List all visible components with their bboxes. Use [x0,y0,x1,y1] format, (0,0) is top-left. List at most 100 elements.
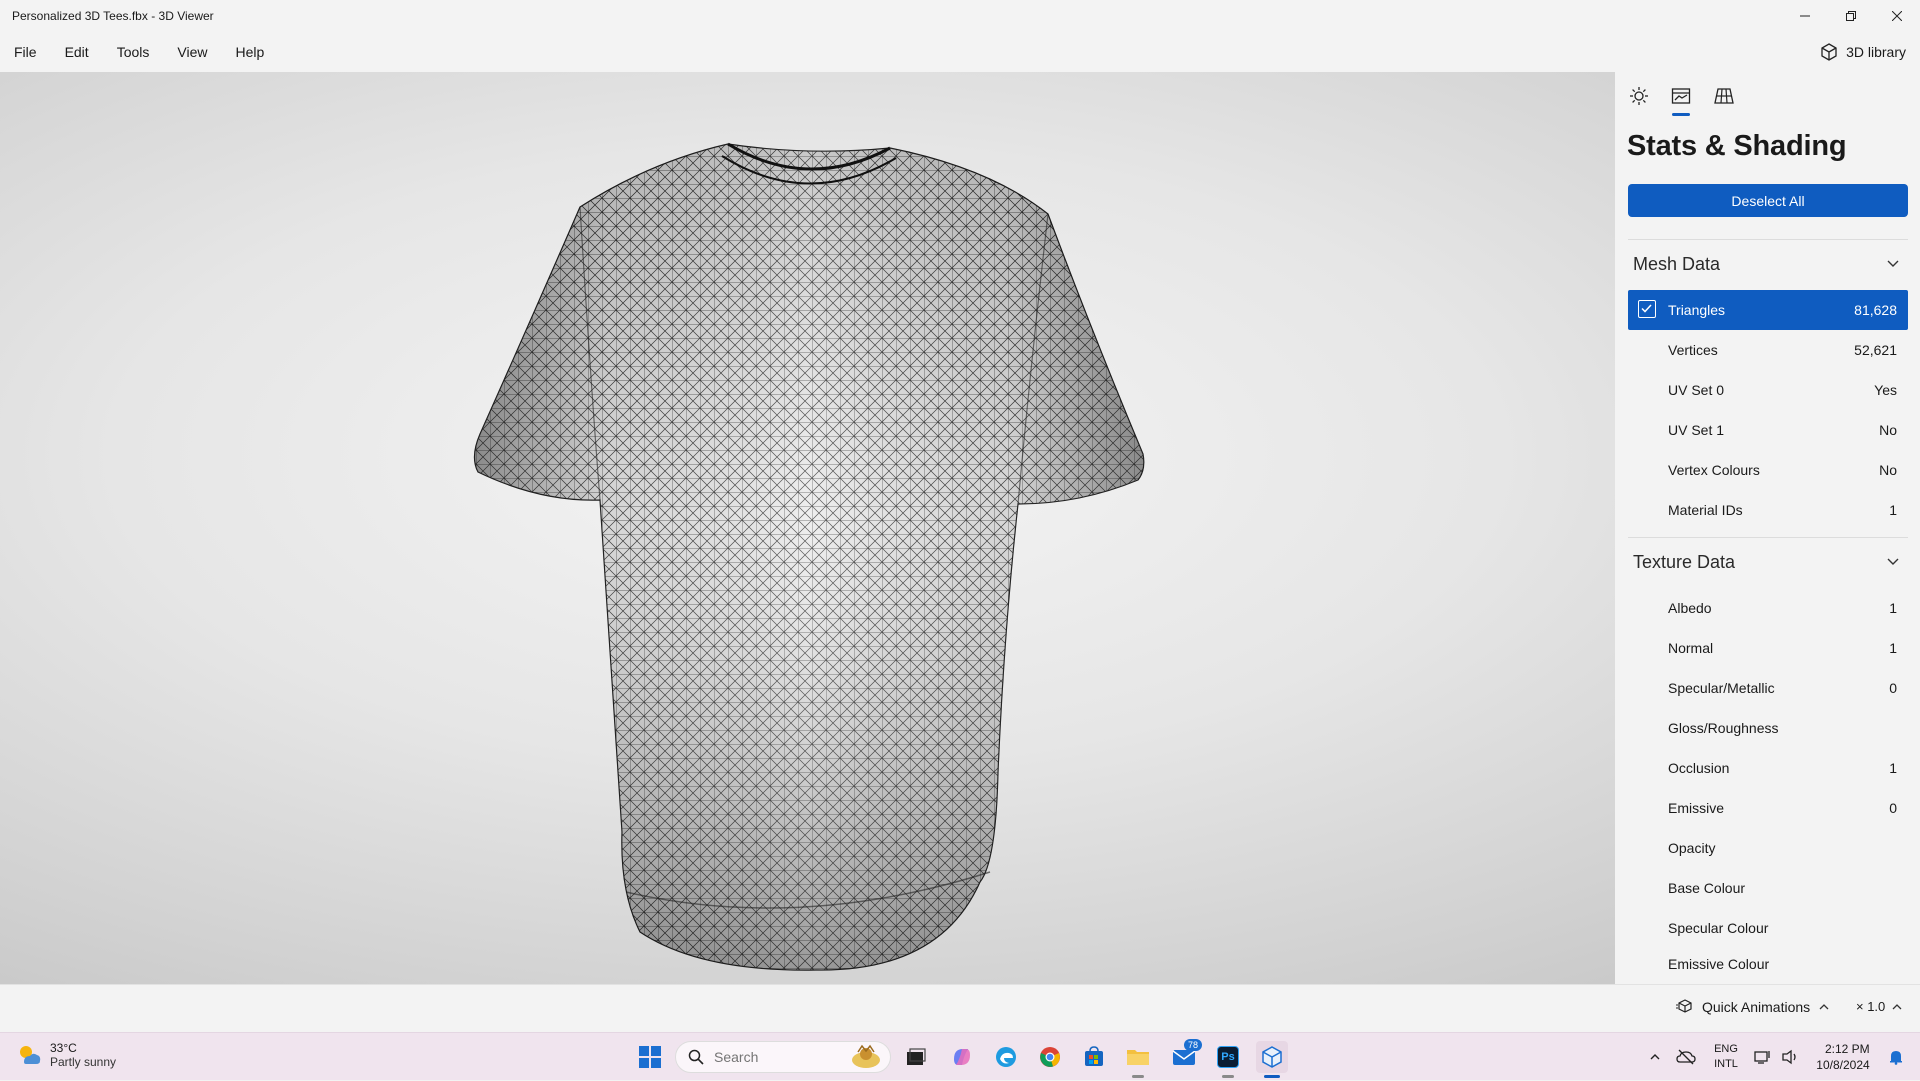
texture-row-albedo[interactable]: Albedo 1 [1628,588,1908,628]
tab-lighting[interactable] [1625,82,1653,110]
show-hidden-icons-button[interactable] [1643,1033,1667,1081]
stats-icon [1671,88,1691,104]
taskbar-photoshop[interactable]: Ps [1212,1041,1244,1078]
menu-view[interactable]: View [163,32,221,72]
weather-desc: Partly sunny [50,1055,117,1069]
mesh-row-vertices[interactable]: Vertices 52,621 [1628,330,1908,370]
tray-volume[interactable] [1778,1033,1802,1081]
weather-temp: 33°C [50,1041,77,1055]
quick-animations-button[interactable]: Quick Animations [1676,999,1830,1015]
3d-library-button[interactable]: 3D library [1819,32,1906,72]
row-label: Vertex Colours [1668,462,1760,478]
task-view-button[interactable] [900,1041,932,1073]
tray-cloud-off[interactable] [1672,1033,1700,1081]
deselect-all-button[interactable]: Deselect All [1628,184,1908,217]
store-icon [1085,1046,1103,1066]
row-label: UV Set 1 [1668,422,1725,438]
row-value: 1 [1889,600,1897,616]
row-label: Occlusion [1668,760,1730,776]
row-value: Yes [1874,382,1897,398]
clock[interactable]: 2:12 PM 10/8/2024 [1808,1033,1878,1081]
texture-data-header[interactable]: Texture Data [1628,542,1908,582]
running-indicator [1132,1075,1144,1078]
status-bar: Quick Animations × 1.0 [0,984,1920,1032]
title-bar: Personalized 3D Tees.fbx - 3D Viewer [0,0,1920,32]
row-label: Emissive [1668,800,1725,816]
partly-sunny-icon [20,1046,41,1064]
row-label: Opacity [1668,840,1716,856]
photoshop-icon: Ps [1217,1046,1239,1068]
row-value: 1 [1889,640,1897,656]
active-indicator [1264,1075,1280,1078]
taskbar-copilot[interactable] [946,1041,978,1073]
volume-icon [1782,1049,1796,1065]
taskbar-file-explorer[interactable] [1122,1041,1154,1078]
row-value: 1 [1889,760,1897,776]
menu-file[interactable]: File [0,32,51,72]
texture-row-specular-metallic[interactable]: Specular/Metallic 0 [1628,668,1908,708]
copilot-icon [954,1049,970,1065]
running-indicator [1222,1075,1234,1078]
weather-widget[interactable]: 33°C Partly sunny [16,1041,116,1069]
checkbox-checked[interactable] [1638,300,1656,318]
taskbar-search[interactable] [675,1041,891,1073]
close-icon [1892,11,1902,21]
lang-line1: ENG [1714,1043,1738,1055]
check-icon [1641,304,1652,313]
tray-network[interactable] [1750,1033,1776,1081]
search-icon [688,1049,704,1065]
texture-row-gloss-roughness[interactable]: Gloss/Roughness [1628,708,1908,748]
taskbar-3d-viewer[interactable] [1256,1041,1288,1078]
cloud-off-icon [1676,1049,1696,1065]
row-value: 81,628 [1854,302,1897,318]
texture-row-base-colour[interactable]: Base Colour [1628,868,1908,908]
menu-help[interactable]: Help [221,32,278,72]
chevron-down-icon [1887,558,1899,565]
restore-button[interactable] [1828,0,1874,32]
panel-title: Stats & Shading [1627,130,1847,162]
texture-row-emissive[interactable]: Emissive 0 [1628,788,1908,828]
mesh-row-uv-set-1[interactable]: UV Set 1 No [1628,410,1908,450]
texture-row-emissive-colour[interactable]: Emissive Colour [1628,944,1908,984]
texture-row-opacity[interactable]: Opacity [1628,828,1908,868]
mesh-row-uv-set-0[interactable]: UV Set 0 Yes [1628,370,1908,410]
search-input[interactable] [712,1048,836,1066]
taskbar-edge[interactable] [990,1041,1022,1073]
row-value: 1 [1889,502,1897,518]
mesh-data-header[interactable]: Mesh Data [1628,244,1908,284]
animation-icon [1676,999,1692,1013]
edge-icon [996,1047,1016,1067]
sun-icon [1630,87,1648,105]
search-highlight-icon [852,1044,880,1068]
row-label: Vertices [1668,342,1718,358]
notifications-button[interactable] [1884,1033,1908,1081]
row-value: 0 [1889,800,1897,816]
windows-icon [639,1046,661,1068]
menu-edit[interactable]: Edit [51,32,103,72]
network-icon [1754,1051,1770,1064]
texture-row-occlusion[interactable]: Occlusion 1 [1628,748,1908,788]
quick-animations-label: Quick Animations [1702,999,1811,1015]
texture-row-normal[interactable]: Normal 1 [1628,628,1908,668]
speed-control[interactable]: × 1.0 [1856,999,1903,1014]
taskbar-store[interactable] [1078,1041,1110,1073]
close-button[interactable] [1874,0,1920,32]
speed-value: × 1.0 [1856,999,1886,1014]
mesh-row-triangles[interactable]: Triangles 81,628 [1628,290,1908,330]
tab-stats-shading[interactable] [1667,82,1695,116]
3d-viewport[interactable] [0,72,1615,984]
taskbar-mail[interactable]: 78 [1168,1039,1202,1073]
chevron-up-icon [1650,1054,1660,1060]
chevron-down-icon [1887,260,1899,267]
mesh-row-material-ids[interactable]: Material IDs 1 [1628,490,1908,530]
tab-mesh-grid[interactable] [1710,82,1738,110]
mesh-row-vertex-colours[interactable]: Vertex Colours No [1628,450,1908,490]
menu-tools[interactable]: Tools [103,32,164,72]
tshirt-model [473,142,1145,971]
minimize-button[interactable] [1782,0,1828,32]
taskbar-chrome[interactable] [1034,1041,1066,1073]
start-button[interactable] [634,1041,666,1073]
texture-row-specular-colour[interactable]: Specular Colour [1628,908,1908,948]
row-label: Emissive Colour [1668,956,1770,972]
language-indicator[interactable]: ENG INTL [1708,1033,1744,1081]
